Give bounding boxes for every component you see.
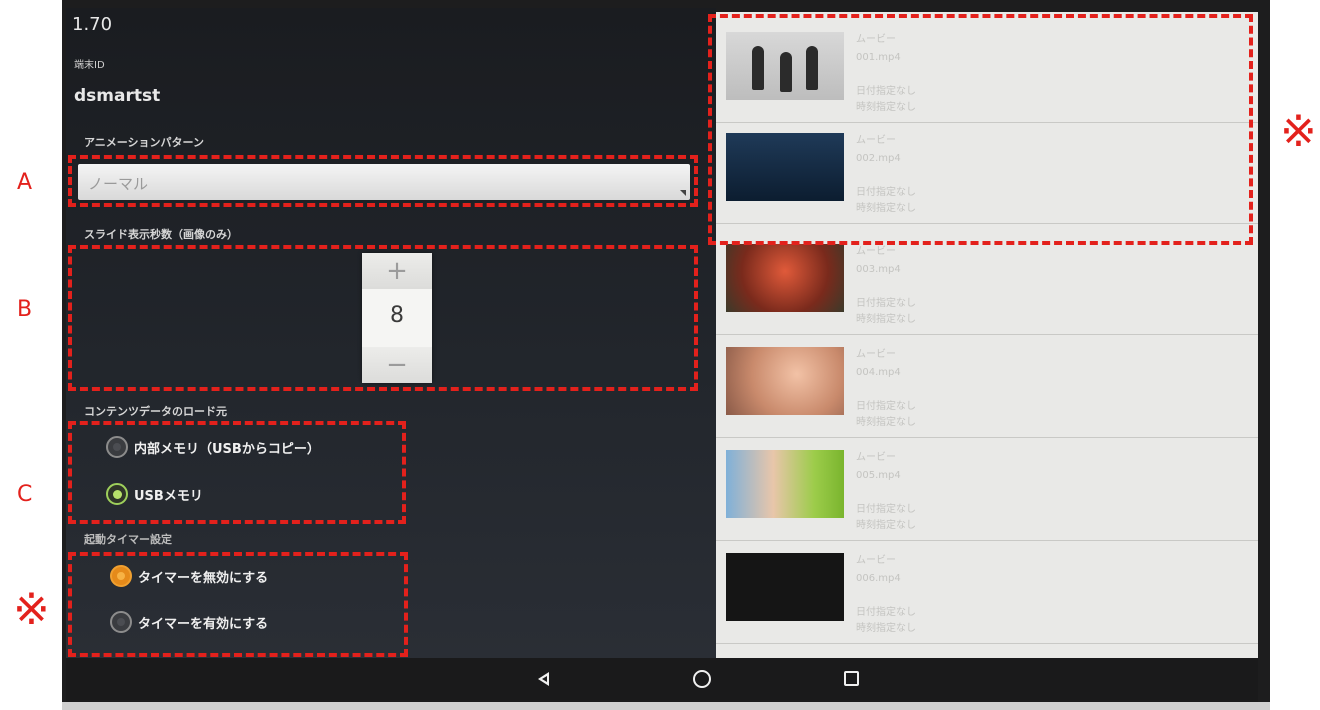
media-time: 時刻指定なし — [856, 314, 916, 325]
list-item[interactable]: ムービー 005.mp4 日付指定なし 時刻指定なし — [716, 440, 1258, 541]
annotation-box-c — [68, 421, 406, 524]
thumbnail-image — [726, 553, 844, 621]
list-item[interactable]: ムービー 004.mp4 日付指定なし 時刻指定なし — [716, 337, 1258, 438]
media-file: 006.mp4 — [856, 573, 901, 584]
media-date: 日付指定なし — [856, 504, 916, 515]
media-date: 日付指定なし — [856, 401, 916, 412]
annotation-box-media — [708, 14, 1253, 245]
media-date: 日付指定なし — [856, 298, 916, 309]
app-version: 1.70 — [72, 14, 113, 35]
media-type: ムービー — [856, 555, 896, 566]
annotation-label-c: C — [17, 482, 33, 507]
home-icon[interactable] — [693, 670, 711, 688]
recent-apps-icon[interactable] — [844, 671, 859, 686]
annotation-label-a: A — [17, 170, 33, 195]
annotation-mark-left: ※ — [13, 584, 50, 635]
media-time: 時刻指定なし — [856, 417, 916, 428]
media-time: 時刻指定なし — [856, 520, 916, 531]
list-item[interactable]: ムービー 006.mp4 日付指定なし 時刻指定なし — [716, 543, 1258, 644]
media-file: 004.mp4 — [856, 367, 901, 378]
annotation-label-b: B — [17, 297, 33, 322]
list-item[interactable]: ムービー 003.mp4 日付指定なし 時刻指定なし — [716, 234, 1258, 335]
navigation-bar — [66, 658, 1258, 702]
media-file: 003.mp4 — [856, 264, 901, 275]
media-date: 日付指定なし — [856, 607, 916, 618]
slide-seconds-label: スライド表示秒数（画像のみ） — [84, 228, 238, 241]
media-type: ムービー — [856, 349, 896, 360]
annotation-box-timer — [68, 552, 408, 657]
media-type: ムービー — [856, 452, 896, 463]
content-source-label: コンテンツデータのロード元 — [84, 405, 227, 418]
annotation-box-b — [68, 245, 698, 391]
thumbnail-image — [726, 450, 844, 518]
animation-pattern-label: アニメーションパターン — [84, 136, 205, 149]
back-icon-inner — [542, 676, 547, 682]
media-file: 005.mp4 — [856, 470, 901, 481]
thumbnail-image — [726, 347, 844, 415]
startup-timer-label: 起動タイマー設定 — [84, 533, 172, 546]
device-bottom-edge — [62, 702, 1270, 710]
device-id-label: 端末ID — [74, 60, 105, 71]
annotation-mark-right: ※ — [1280, 106, 1317, 157]
media-time: 時刻指定なし — [856, 623, 916, 634]
thumbnail-image — [726, 244, 844, 312]
annotation-box-a — [68, 155, 698, 207]
device-id-value: dsmartst — [74, 86, 161, 106]
